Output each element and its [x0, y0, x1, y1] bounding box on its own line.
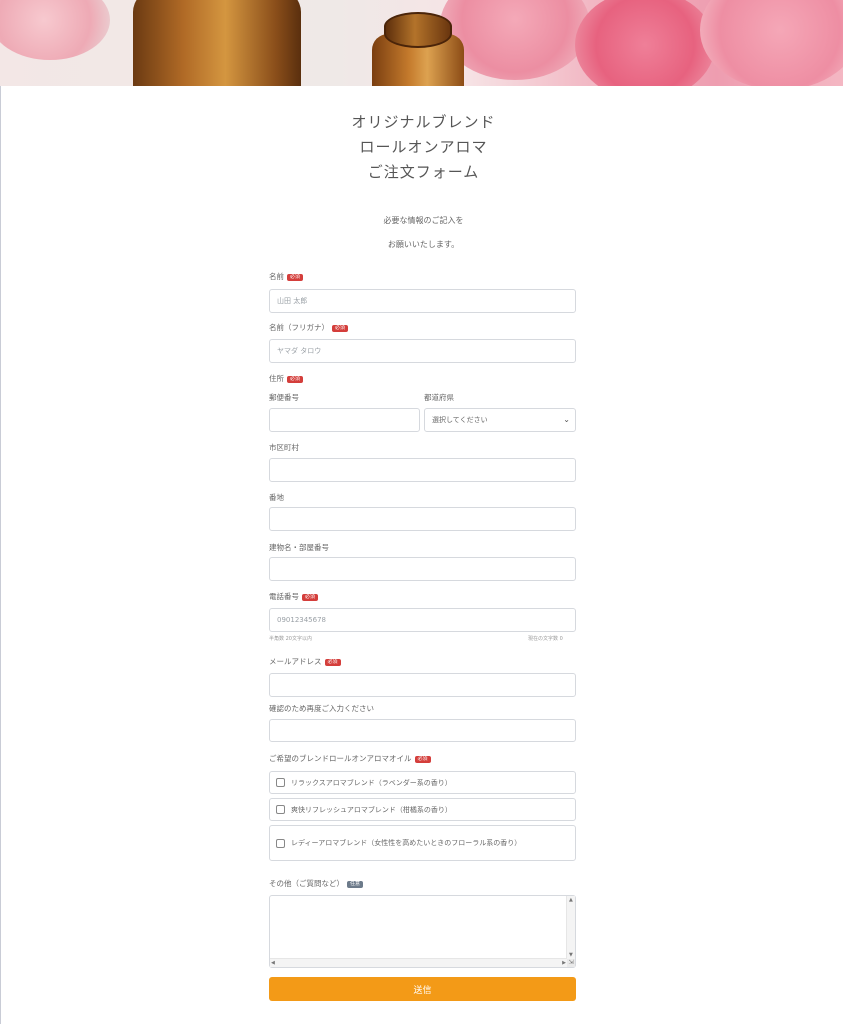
email-confirm-input[interactable]	[269, 719, 576, 742]
phone-input[interactable]: 09012345678	[269, 608, 576, 632]
kana-label: 名前（フリガナ） 必須	[269, 322, 349, 333]
name-label: 名前 必須	[269, 271, 304, 282]
title-line-2: ロールオンアロマ	[359, 138, 488, 156]
page-title: オリジナルブレンド ロールオンアロマ ご注文フォーム	[0, 110, 847, 185]
intro-line-2: お願いいたします。	[387, 240, 460, 249]
vertical-scrollbar[interactable]: ▲ ▼	[566, 896, 575, 959]
required-badge: 必須	[332, 325, 349, 332]
email-input[interactable]	[269, 673, 576, 697]
chevron-down-icon: ⌄	[563, 415, 570, 424]
required-badge: 必須	[414, 756, 431, 763]
required-badge: 必須	[302, 594, 319, 601]
other-textarea[interactable]: ▲ ▼ ◀ ▶ ⇲	[269, 895, 576, 968]
email-label: メールアドレス 必須	[269, 656, 341, 667]
page-edge-rule	[0, 86, 1, 1024]
blend-option-refresh[interactable]: 爽快リフレッシュアロマブレンド（柑橘系の香り）	[269, 798, 576, 821]
prefecture-select-value: 選択してください	[432, 416, 488, 424]
submit-button[interactable]: 送信	[269, 977, 576, 1001]
email-confirm-label: 確認のため再度ご入力ください	[269, 704, 374, 713]
resize-grip-icon[interactable]: ⇲	[567, 959, 575, 967]
address-label: 住所 必須	[269, 373, 304, 384]
blend-label: ご希望のブレンドロールオンアロマオイル 必須	[269, 753, 431, 764]
title-line-1: オリジナルブレンド	[351, 113, 496, 131]
street-input[interactable]	[269, 507, 576, 531]
postal-code-label: 郵便番号	[269, 393, 299, 402]
title-line-3: ご注文フォーム	[367, 163, 480, 181]
other-label: その他（ご質問など） 任意	[269, 878, 364, 889]
required-badge: 必須	[324, 659, 341, 666]
required-badge: 必須	[287, 376, 304, 383]
horizontal-scrollbar[interactable]: ◀ ▶	[270, 958, 567, 967]
phone-hint: 半角数 20文字以内	[269, 636, 312, 642]
phone-label: 電話番号 必須	[269, 591, 319, 602]
optional-badge: 任意	[347, 881, 364, 888]
blend-option-label: リラックスアロマブレンド（ラベンダー系の香り）	[291, 778, 452, 787]
name-input[interactable]: 山田 太郎	[269, 289, 576, 313]
blend-option-relax[interactable]: リラックスアロマブレンド（ラベンダー系の香り）	[269, 771, 576, 794]
hero-image	[0, 0, 843, 86]
street-label: 番地	[269, 493, 284, 502]
kana-input[interactable]: ヤマダ タロウ	[269, 339, 576, 363]
checkbox[interactable]	[276, 805, 285, 814]
blend-option-label: レディーアロマブレンド（女性性を高めたいときのフローラル系の香り）	[291, 839, 522, 847]
city-label: 市区町村	[269, 443, 299, 452]
checkbox[interactable]	[276, 838, 285, 848]
building-input[interactable]	[269, 557, 576, 581]
scroll-down-icon[interactable]: ▼	[569, 952, 573, 958]
checkbox[interactable]	[276, 778, 285, 787]
blend-option-lady[interactable]: レディーアロマブレンド（女性性を高めたいときのフローラル系の香り）	[269, 825, 576, 861]
intro-line-1: 必要な情報のご記入を	[383, 216, 464, 225]
scroll-up-icon[interactable]: ▲	[569, 897, 573, 903]
required-badge: 必須	[287, 274, 304, 281]
prefecture-select[interactable]: 選択してください ⌄	[424, 408, 576, 432]
building-label: 建物名・部屋番号	[269, 543, 329, 552]
prefecture-label: 都道府県	[424, 393, 454, 402]
phone-char-count: 現在の文字数 0	[528, 636, 563, 642]
scroll-right-icon[interactable]: ▶	[562, 960, 566, 966]
scroll-left-icon[interactable]: ◀	[271, 960, 275, 966]
postal-code-input[interactable]	[269, 408, 420, 432]
city-input[interactable]	[269, 458, 576, 482]
blend-option-label: 爽快リフレッシュアロマブレンド（柑橘系の香り）	[291, 805, 452, 814]
